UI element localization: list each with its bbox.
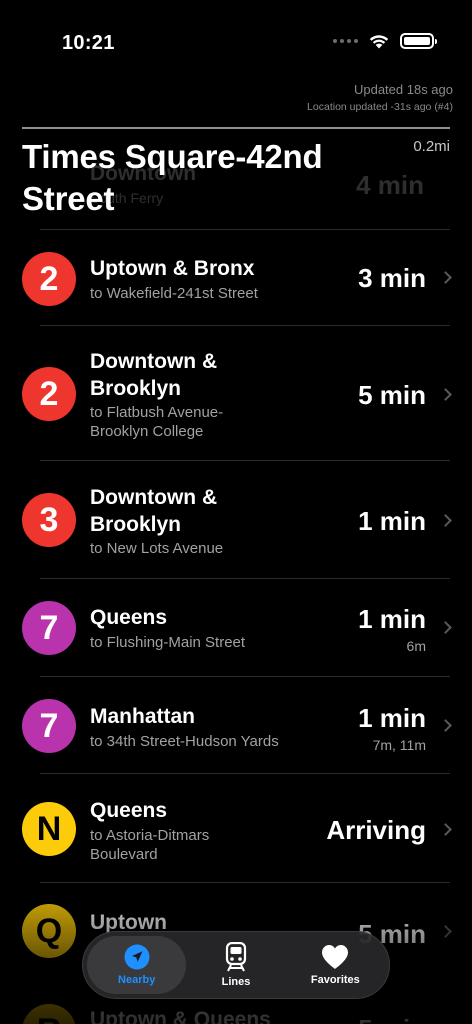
tab-nearby[interactable]: Nearby — [87, 936, 187, 994]
chevron-right-icon — [439, 271, 452, 284]
row-direction: Manhattan — [90, 705, 195, 728]
arrival-row-2-uptown[interactable]: 2 Uptown & Bronx to Wakefield-241st Stre… — [22, 229, 452, 325]
tab-lines[interactable]: Lines — [186, 936, 285, 994]
arrival-row-7-queens[interactable]: 7 Queens to Flushing-Main Street 1 min 6… — [22, 578, 452, 676]
station-header: Times Square-42nd Street — [22, 136, 392, 220]
route-bullet-q: Q — [22, 904, 76, 958]
row-destination: to New Lots Avenue — [90, 540, 224, 557]
row-destination: to 34th Street-Hudson Yards — [90, 733, 279, 750]
route-bullet-2: 2 — [22, 252, 76, 306]
row-eta: Arriving — [326, 815, 426, 845]
chevron-right-icon — [439, 823, 452, 836]
arrival-row-7-manhattan[interactable]: 7 Manhattan to 34th Street-Hudson Yards … — [22, 676, 452, 773]
arrival-row-3-downtown[interactable]: 3 Downtown & Brooklyn to New Lots Avenue… — [22, 460, 452, 578]
row-destination: to Wakefield-241st Street — [90, 285, 258, 302]
route-bullet-n: N — [22, 802, 76, 856]
route-bullet-7: 7 — [22, 699, 76, 753]
tab-nearby-label: Nearby — [118, 974, 156, 986]
heart-icon — [322, 945, 349, 969]
row-direction: Downtown & Brooklyn — [90, 486, 218, 536]
station-distance: 0.2mi — [413, 138, 450, 155]
status-icons — [333, 33, 437, 49]
row-next-arrivals: 6m — [406, 638, 426, 654]
chevron-right-icon — [439, 925, 452, 938]
tab-favorites[interactable]: Favorites — [286, 936, 385, 994]
row-destination: to Flatbush Avenue-Brooklyn College — [90, 404, 224, 440]
chevron-right-icon — [439, 388, 452, 401]
row-direction: Queens — [90, 799, 168, 822]
station-title: Times Square-42nd Street — [22, 138, 323, 217]
chevron-right-icon — [439, 621, 452, 634]
battery-icon — [400, 33, 437, 49]
updated-label: Updated 18s ago — [353, 82, 453, 97]
tab-favorites-label: Favorites — [310, 974, 360, 986]
row-destination: to Flushing-Main Street — [90, 634, 246, 651]
route-bullet-2: 2 — [22, 367, 76, 421]
arrival-row-n-queens[interactable]: N Queens to Astoria-Ditmars Boulevard Ar… — [22, 773, 452, 882]
row-eta: 1 min — [358, 604, 426, 634]
chevron-right-icon — [439, 719, 452, 732]
update-info: Updated 18s ago Location updated -31s ag… — [307, 82, 453, 113]
cellular-signal-icon — [333, 39, 358, 43]
row-eta: 3 min — [358, 263, 426, 293]
status-bar: 10:21 — [0, 0, 472, 70]
row-eta: 1 min — [358, 506, 426, 536]
row-next-arrivals: 7m, 11m — [372, 737, 426, 753]
row-eta: 5 min — [358, 380, 426, 410]
row-direction: Uptown & Bronx — [90, 257, 255, 280]
route-bullet-7: 7 — [22, 601, 76, 655]
arrival-row-2-downtown[interactable]: 2 Downtown & Brooklyn to Flatbush Avenue… — [22, 325, 452, 460]
status-time: 10:21 — [62, 32, 115, 54]
row-direction: Uptown & Queens — [90, 1008, 271, 1024]
chevron-right-icon — [439, 514, 452, 527]
row-direction: Queens — [90, 606, 168, 629]
route-bullet-3: 3 — [22, 493, 76, 547]
wifi-icon — [369, 35, 389, 49]
tab-bar: Nearby Lines Favorites — [82, 931, 390, 999]
location-arrow-icon — [124, 944, 150, 970]
train-icon — [225, 942, 247, 972]
row-eta: 5 min — [358, 1014, 426, 1024]
location-updated-label: Location updated -31s ago (#4) — [307, 101, 453, 113]
row-direction: Downtown & Brooklyn — [90, 350, 218, 400]
section-divider — [22, 127, 450, 129]
tab-lines-label: Lines — [221, 976, 251, 988]
row-eta: 1 min — [358, 703, 426, 733]
route-bullet-r: R — [22, 1004, 76, 1024]
row-destination: to Astoria-Ditmars Boulevard — [90, 827, 210, 863]
